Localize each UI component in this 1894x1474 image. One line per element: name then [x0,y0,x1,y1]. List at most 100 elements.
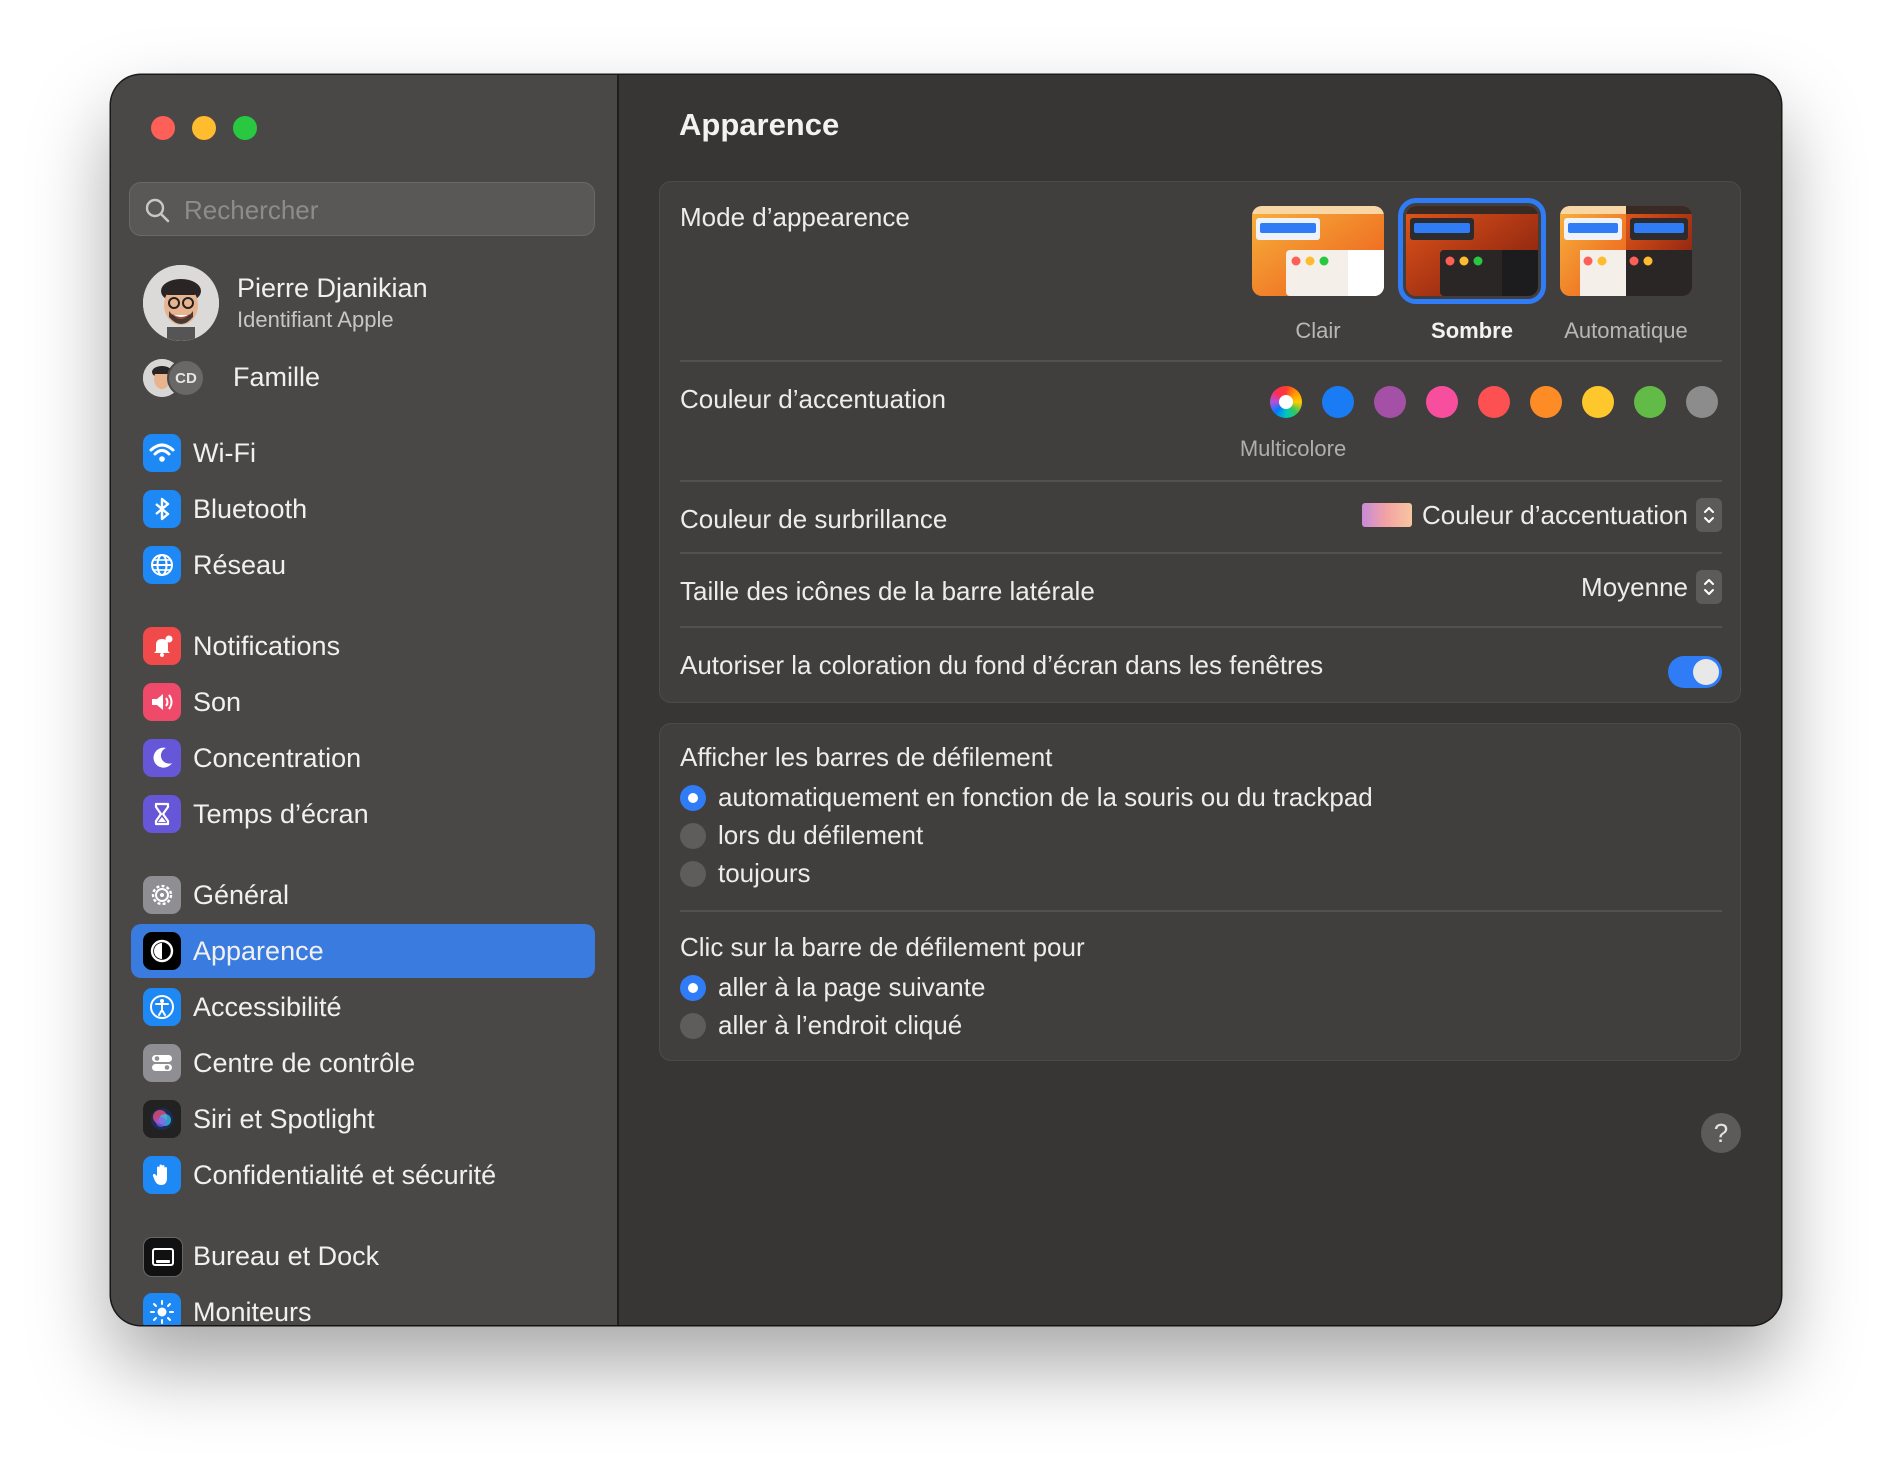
appearance-settings-card: Mode d’appearence Clair Sombre Automatiq… [659,181,1741,703]
accent-selected-caption: Multicolore [1239,436,1347,461]
hand-icon [143,1156,181,1194]
radio-button[interactable] [680,784,706,811]
highlight-color-value: Couleur d’accentuation [1422,499,1688,530]
speaker-icon [143,683,181,721]
click-scrollbar-label: Clic sur la barre de défilement pour [680,932,1085,962]
mode-label-dark: Sombre [1431,318,1513,343]
accent-swatch-purple[interactable] [1374,386,1406,418]
sidebar-item-label: Son [193,687,242,717]
sidebar-item-privacy-security[interactable]: Confidentialité et sécurité [131,1148,595,1202]
main-pane: Apparence Mode d’appearence Clair Sombre… [619,75,1781,1325]
page-title: Apparence [679,107,840,142]
sidebar-item-displays[interactable]: Moniteurs [131,1285,595,1325]
control-center-icon [143,1044,181,1082]
sidebar: Pierre Djanikian Identifiant Apple CD Fa… [111,75,619,1325]
mode-option-light[interactable]: Clair [1252,206,1390,344]
show-scrollbars-label: Afficher les barres de défilement [680,742,1053,772]
gear-icon [143,876,181,914]
search-field[interactable] [129,182,595,237]
sidebar-item-label: Notifications [193,631,341,661]
sidebar-item-general[interactable]: Général [131,868,595,922]
sidebar-item-label: Temps d’écran [193,799,369,829]
sidebar-item-label: Concentration [193,743,362,773]
memoji-icon [143,265,219,341]
bell-icon [143,627,181,665]
accent-swatch-pink[interactable] [1426,386,1458,418]
sidebar-icon-size-popup[interactable]: Moyenne [1581,570,1722,604]
family-item[interactable]: CD Famille [143,357,593,401]
click-option-clicked-spot[interactable]: aller à l’endroit cliqué [680,1010,962,1041]
bluetooth-icon [143,490,181,528]
divider [680,626,1722,628]
mode-option-dark[interactable]: Sombre [1398,198,1546,344]
highlight-color-preview [1362,503,1413,527]
radio-label: aller à la page suivante [718,972,986,1002]
avatar [143,265,219,341]
sidebar-item-label: Apparence [193,936,324,966]
radio-button[interactable] [680,1012,706,1039]
sidebar-item-network[interactable]: Réseau [131,538,595,592]
sidebar-icon-size-label: Taille des icônes de la barre latérale [680,576,1095,606]
window-controls [151,116,257,140]
display-icon [143,1293,181,1325]
close-button[interactable] [151,116,175,140]
search-input[interactable] [182,183,586,237]
sidebar-item-appearance[interactable]: Apparence [131,924,595,978]
settings-window: Pierre Djanikian Identifiant Apple CD Fa… [111,75,1781,1325]
accent-color-label: Couleur d’accentuation [680,384,946,414]
sidebar-item-desktop-dock[interactable]: Bureau et Dock [131,1229,595,1283]
siri-icon [143,1100,181,1138]
family-initials-avatar: CD [167,359,205,397]
minimize-button[interactable] [192,116,216,140]
zoom-button[interactable] [233,116,257,140]
dark-mode-thumbnail [1398,198,1546,304]
mode-option-auto[interactable]: Automatique [1560,206,1698,344]
scrollbar-option-always[interactable]: toujours [680,858,811,889]
divider [680,552,1722,554]
sidebar-item-sound[interactable]: Son [131,675,595,729]
wallpaper-tinting-label: Autoriser la coloration du fond d’écran … [680,650,1324,680]
accent-swatch-green[interactable] [1634,386,1666,418]
scrollbar-option-when-scrolling[interactable]: lors du défilement [680,820,923,851]
sidebar-item-label: Siri et Spotlight [193,1104,375,1134]
sidebar-item-screen-time[interactable]: Temps d’écran [131,787,595,841]
accent-swatch-red[interactable] [1478,386,1510,418]
appearance-icon [143,932,181,970]
radio-label: automatiquement en fonction de la souris… [718,782,1373,812]
mode-label-auto: Automatique [1564,318,1688,343]
sidebar-item-siri-spotlight[interactable]: Siri et Spotlight [131,1092,595,1146]
accent-swatch-yellow[interactable] [1582,386,1614,418]
highlight-color-popup[interactable]: Couleur d’accentuation [1362,498,1722,532]
scrollbar-option-automatic[interactable]: automatiquement en fonction de la souris… [680,782,1373,813]
updown-chevron-icon [1696,498,1722,532]
sidebar-item-bluetooth[interactable]: Bluetooth [131,482,595,536]
search-icon [145,198,170,223]
wifi-icon [143,434,181,472]
click-option-next-page[interactable]: aller à la page suivante [680,972,985,1003]
profile-name: Pierre Djanikian [237,273,428,303]
radio-label: toujours [718,858,811,888]
hourglass-icon [143,795,181,833]
sidebar-item-focus[interactable]: Concentration [131,731,595,785]
accent-swatch-orange[interactable] [1530,386,1562,418]
family-label: Famille [233,362,321,392]
radio-button[interactable] [680,860,706,887]
radio-button[interactable] [680,974,706,1001]
radio-label: lors du défilement [718,820,924,850]
sidebar-icon-size-value: Moyenne [1581,571,1688,602]
apple-id-profile[interactable]: Pierre Djanikian Identifiant Apple [143,265,593,341]
sidebar-item-control-center[interactable]: Centre de contrôle [131,1036,595,1090]
sidebar-item-wifi[interactable]: Wi-Fi [131,426,595,480]
accent-swatch-multicolor[interactable] [1270,386,1302,418]
accent-swatch-blue[interactable] [1322,386,1354,418]
accent-swatch-graphite[interactable] [1686,386,1718,418]
help-button[interactable]: ? [1701,1113,1741,1153]
profile-subtitle: Identifiant Apple [237,307,394,332]
sidebar-item-notifications[interactable]: Notifications [131,619,595,673]
divider [680,910,1722,912]
wallpaper-tinting-toggle[interactable] [1668,656,1722,688]
divider [680,480,1722,482]
radio-button[interactable] [680,822,706,849]
auto-mode-thumbnail [1560,206,1692,296]
sidebar-item-accessibility[interactable]: Accessibilité [131,980,595,1034]
